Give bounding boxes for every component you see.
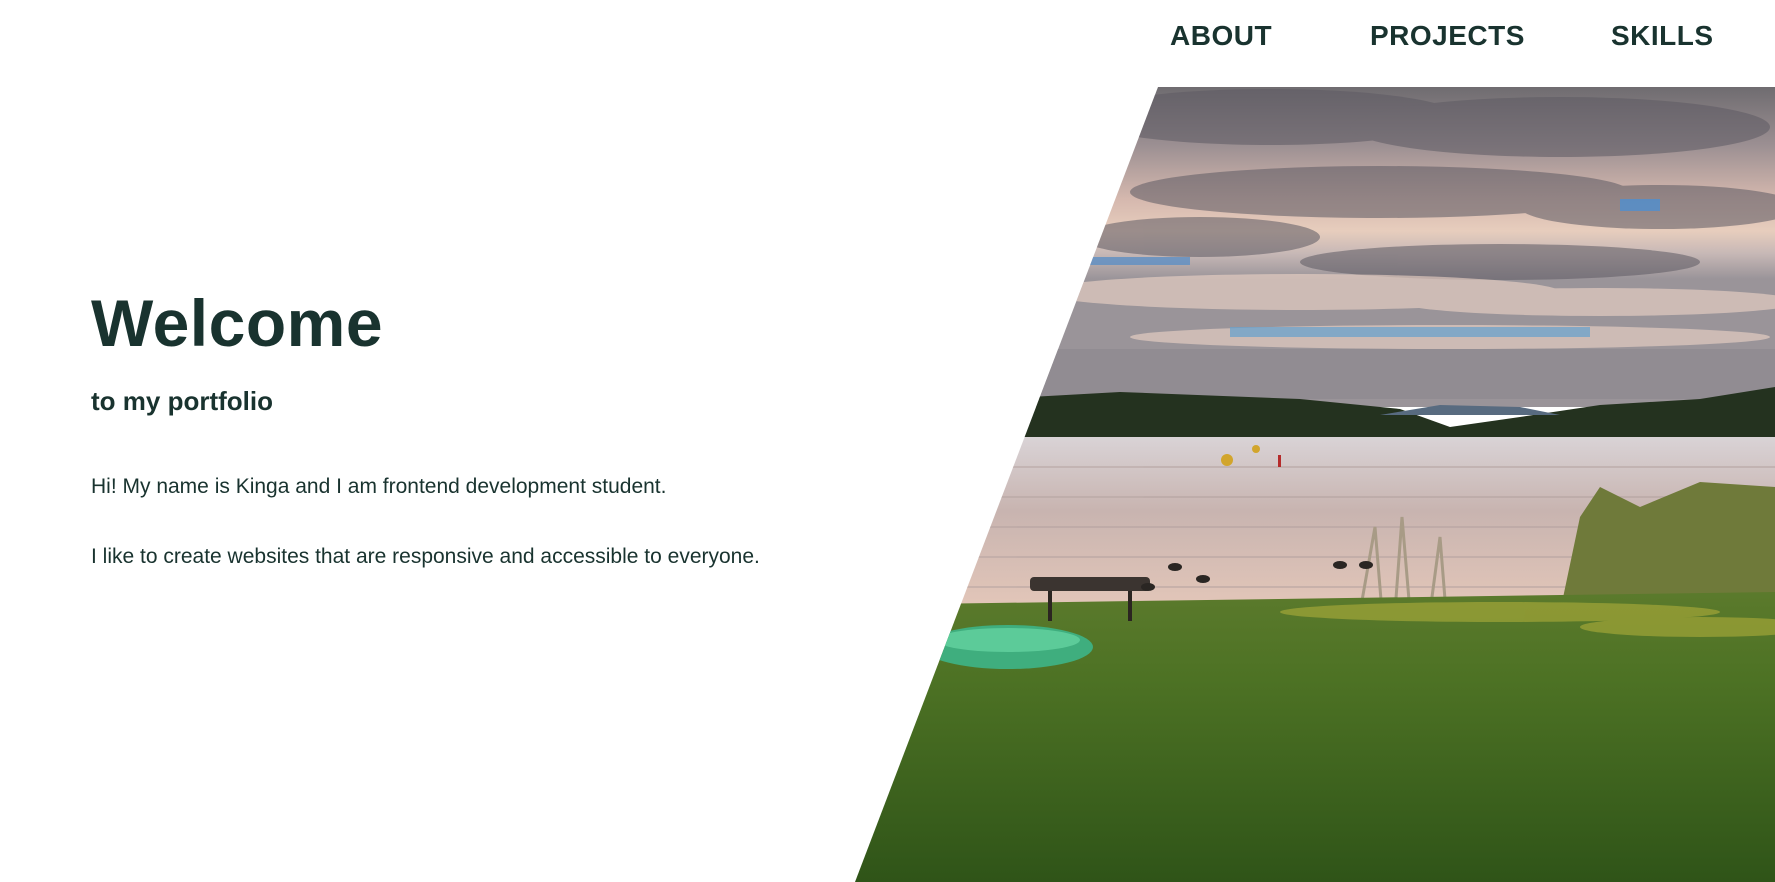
nav-link-skills[interactable]: SKILLS <box>1611 20 1714 52</box>
nav-link-projects[interactable]: PROJECTS <box>1370 20 1525 52</box>
page-title: Welcome <box>91 286 384 360</box>
page-subtitle: to my portfolio <box>91 386 273 416</box>
portfolio-page: ABOUT PROJECTS SKILLS Welcome to my port… <box>0 0 1775 882</box>
nav-link-about[interactable]: ABOUT <box>1170 20 1272 52</box>
intro-paragraph: Hi! My name is Kinga and I am frontend d… <box>91 475 667 498</box>
intro-section: Welcome to my portfolio Hi! My name is K… <box>91 290 851 571</box>
intro-paragraph: I like to create websites that are respo… <box>91 545 760 569</box>
